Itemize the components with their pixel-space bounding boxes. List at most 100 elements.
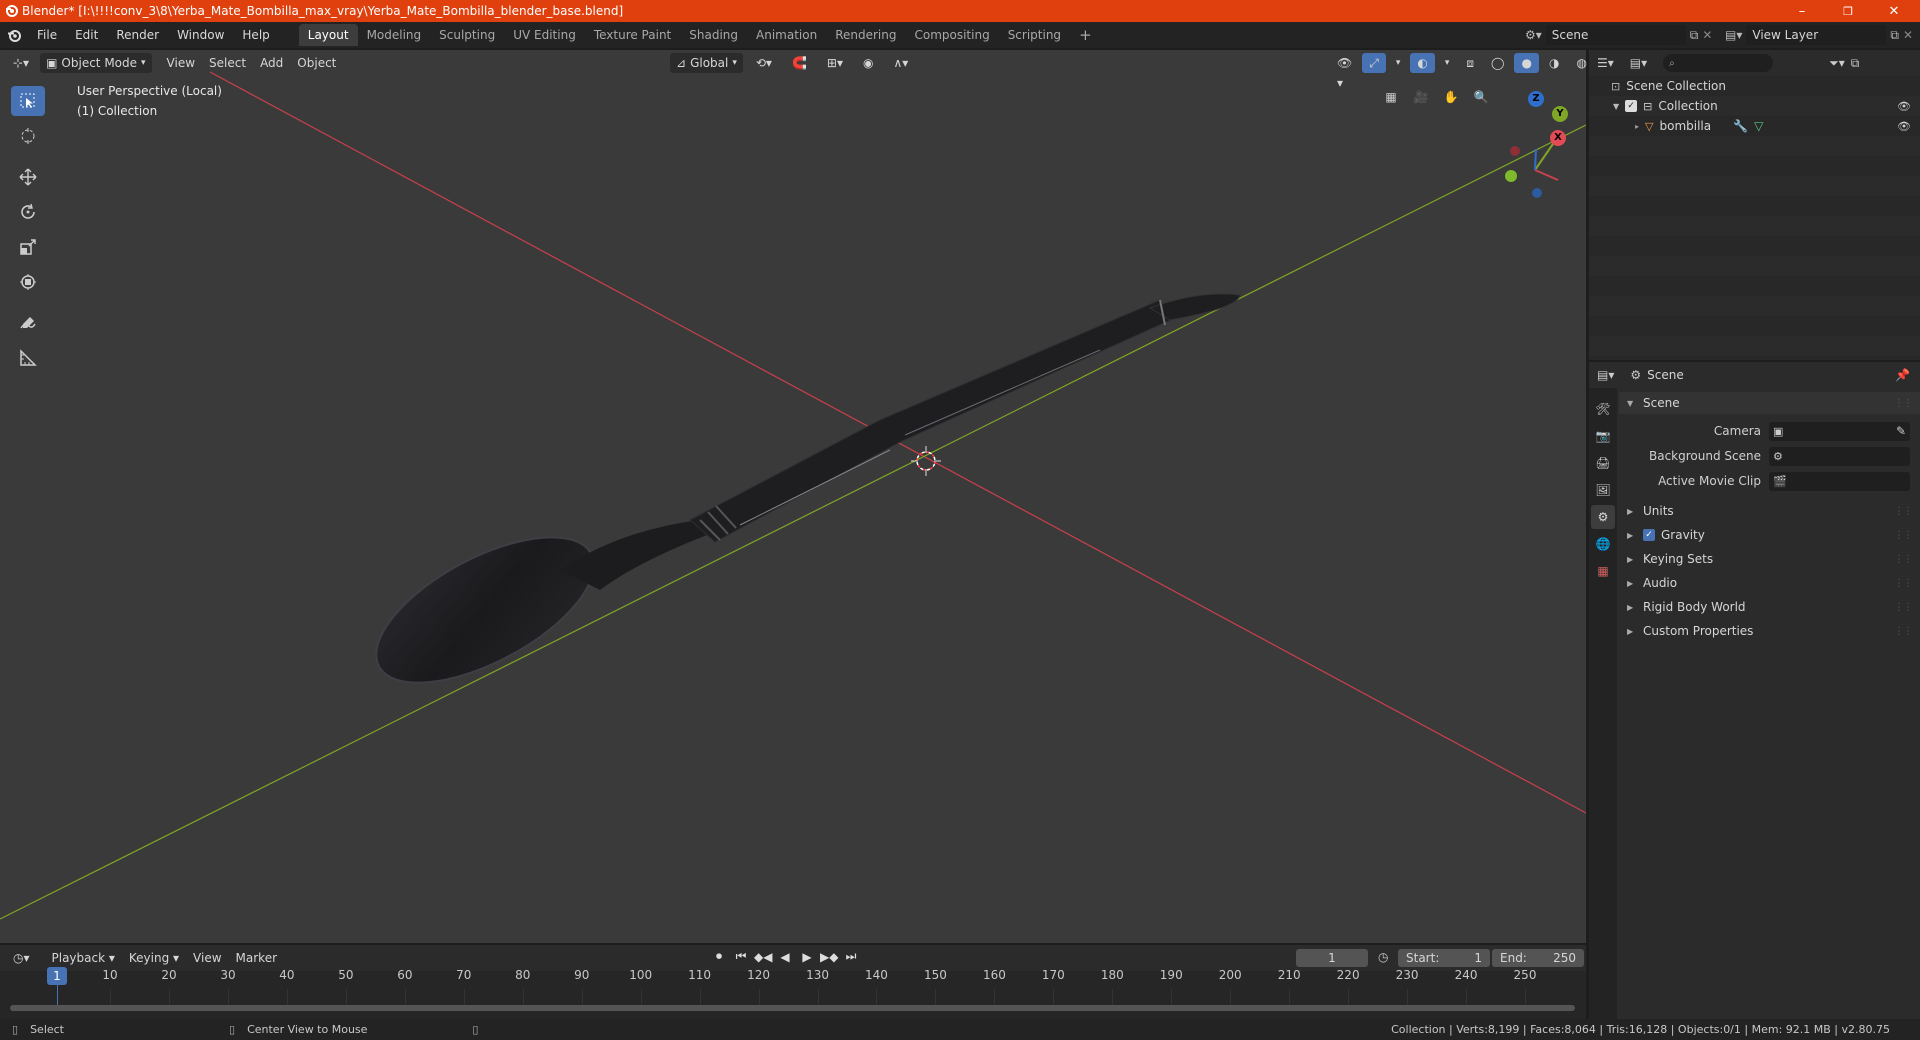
viewport-menu-object[interactable]: Object bbox=[290, 53, 343, 73]
gizmo-dropdown-icon[interactable]: ▾ bbox=[1389, 53, 1408, 73]
display-mode-icon[interactable]: ▤▾ bbox=[1630, 56, 1647, 70]
tab-view-layer-icon[interactable]: 🖼 bbox=[1591, 478, 1615, 502]
close-button[interactable]: ✕ bbox=[1872, 0, 1916, 22]
overlay-toggle-icon[interactable]: ◐ bbox=[1410, 53, 1435, 73]
zoom-icon[interactable]: 🔍 bbox=[1470, 86, 1492, 108]
proportional-edit-icon[interactable]: ◉ bbox=[856, 53, 880, 73]
snap-target-icon[interactable]: ⊞▾ bbox=[820, 53, 850, 73]
tab-scene-icon[interactable]: ⚙ bbox=[1591, 505, 1615, 529]
outliner-row-collection[interactable]: ▼ ✓ ⊟ Collection bbox=[1613, 99, 1718, 113]
background-scene-field[interactable]: ⚙ bbox=[1769, 446, 1910, 466]
viewport-menu-select[interactable]: Select bbox=[202, 53, 253, 73]
eyedropper-icon[interactable]: ✎ bbox=[1896, 424, 1906, 438]
tab-layout[interactable]: Layout bbox=[298, 24, 358, 46]
select-box-tool[interactable] bbox=[11, 86, 45, 116]
rotate-tool[interactable] bbox=[11, 197, 45, 227]
viewport-menu-view[interactable]: View bbox=[160, 53, 202, 73]
playhead[interactable]: 1 bbox=[47, 967, 67, 985]
outliner-row-scene-collection[interactable]: ⊡ Scene Collection bbox=[1611, 79, 1726, 93]
menu-help[interactable]: Help bbox=[233, 22, 278, 48]
tab-render-icon[interactable]: 📷 bbox=[1591, 424, 1615, 448]
outliner-row-bombilla[interactable]: ▸ ▽ bombilla 🔧 ▽ bbox=[1635, 119, 1763, 133]
tab-uv-editing[interactable]: UV Editing bbox=[504, 24, 585, 46]
rigid-body-world-panel-header[interactable]: ▶ Rigid Body World ⋮⋮ bbox=[1627, 596, 1920, 618]
scale-tool[interactable] bbox=[11, 232, 45, 262]
pin-icon[interactable]: 📌 bbox=[1895, 368, 1910, 382]
drag-grip-icon[interactable]: ⋮⋮ bbox=[1894, 626, 1913, 637]
add-workspace-button[interactable]: + bbox=[1070, 24, 1101, 46]
tab-modeling[interactable]: Modeling bbox=[358, 24, 431, 46]
keying-sets-panel-header[interactable]: ▶ Keying Sets ⋮⋮ bbox=[1627, 548, 1920, 570]
scene-selector[interactable]: Scene bbox=[1545, 25, 1686, 45]
tab-texture-icon[interactable]: ▦ bbox=[1591, 559, 1615, 583]
tab-compositing[interactable]: Compositing bbox=[905, 24, 998, 46]
tab-rendering[interactable]: Rendering bbox=[826, 24, 905, 46]
move-tool[interactable] bbox=[11, 162, 45, 192]
view-layer-icon[interactable]: ▤▾ bbox=[1725, 28, 1742, 42]
collection-checkbox[interactable]: ✓ bbox=[1625, 100, 1638, 112]
tab-tool-icon[interactable]: 🛠 bbox=[1591, 397, 1615, 421]
overlay-dropdown-icon[interactable]: ▾ bbox=[1438, 53, 1457, 73]
pan-hand-icon[interactable]: ✋ bbox=[1440, 86, 1462, 108]
bombilla-visibility-eye-icon[interactable]: 👁 bbox=[1897, 120, 1911, 133]
tab-scripting[interactable]: Scripting bbox=[999, 24, 1070, 46]
units-panel-header[interactable]: ▶ Units ⋮⋮ bbox=[1627, 500, 1920, 522]
tab-sculpting[interactable]: Sculpting bbox=[430, 24, 504, 46]
delete-scene-icon[interactable]: ✕ bbox=[1702, 28, 1712, 42]
tab-output-icon[interactable]: 🖨 bbox=[1591, 451, 1615, 475]
new-scene-icon[interactable]: ⧉ bbox=[1690, 28, 1699, 43]
tab-shading[interactable]: Shading bbox=[680, 24, 747, 46]
drag-grip-icon[interactable]: ⋮⋮ bbox=[1894, 506, 1913, 517]
audio-panel-header[interactable]: ▶ Audio ⋮⋮ bbox=[1627, 572, 1920, 594]
toggle-grid-icon[interactable]: ▦ bbox=[1380, 86, 1402, 108]
properties-editor-type-icon[interactable]: ▤▾ bbox=[1597, 368, 1614, 382]
drag-grip-icon[interactable]: ⋮⋮ bbox=[1894, 602, 1913, 613]
gravity-panel-header[interactable]: ▶ ✓ Gravity ⋮⋮ bbox=[1627, 524, 1920, 546]
gizmo-x-axis[interactable]: X bbox=[1550, 130, 1566, 146]
material-shading-icon[interactable]: ◑ bbox=[1542, 53, 1566, 73]
drag-grip-icon[interactable]: ⋮⋮ bbox=[1894, 578, 1913, 589]
restore-button[interactable]: ❐ bbox=[1826, 0, 1870, 22]
menu-window[interactable]: Window bbox=[168, 22, 233, 48]
transform-tool[interactable] bbox=[11, 267, 45, 297]
object-mode-selector[interactable]: ▣ Object Mode ▾ bbox=[40, 53, 152, 73]
menu-file[interactable]: File bbox=[28, 22, 66, 48]
tab-texture-paint[interactable]: Texture Paint bbox=[585, 24, 680, 46]
blender-menu-icon[interactable] bbox=[0, 28, 28, 42]
custom-properties-panel-header[interactable]: ▶ Custom Properties ⋮⋮ bbox=[1627, 620, 1920, 642]
scene-panel-header[interactable]: ▼ Scene ⋮⋮ bbox=[1619, 392, 1920, 414]
filter-icon[interactable]: ⏷▾ bbox=[1829, 56, 1845, 71]
outliner-editor-type-icon[interactable]: ☰▾ bbox=[1597, 56, 1614, 70]
outliner-search-input[interactable]: ⌕ bbox=[1663, 54, 1774, 72]
editor-type-icon[interactable]: ⊹▾ bbox=[6, 53, 36, 73]
timeline-scrollbar[interactable] bbox=[10, 1005, 1575, 1011]
view-layer-selector[interactable]: View Layer bbox=[1746, 25, 1887, 45]
viewport-menu-add[interactable]: Add bbox=[253, 53, 290, 73]
gizmo-y-axis[interactable]: Y bbox=[1552, 106, 1568, 122]
drag-grip-icon[interactable]: ⋮⋮ bbox=[1894, 554, 1913, 565]
gravity-checkbox[interactable]: ✓ bbox=[1643, 529, 1655, 541]
collection-visibility-eye-icon[interactable]: 👁 bbox=[1897, 100, 1911, 113]
snap-icon[interactable]: 🧲 bbox=[785, 53, 814, 73]
modifier-wrench-icon[interactable]: 🔧 bbox=[1733, 119, 1748, 133]
new-view-layer-icon[interactable]: ⧉ bbox=[1890, 28, 1899, 43]
camera-view-icon[interactable]: 🎥 bbox=[1410, 86, 1432, 108]
timeline-ruler[interactable]: 10 20 30 40 50 60 70 80 90 100 110 120 130 140 150 160 1… bbox=[0, 967, 1586, 1019]
menu-edit[interactable]: Edit bbox=[66, 22, 107, 48]
new-collection-icon[interactable]: ⧉ bbox=[1851, 56, 1860, 71]
expand-arrow-icon[interactable]: ▸ bbox=[1635, 122, 1639, 131]
selectability-icon[interactable]: 👁▾ bbox=[1330, 53, 1359, 90]
delete-view-layer-icon[interactable]: ✕ bbox=[1903, 28, 1913, 42]
mesh-data-icon[interactable]: ▽ bbox=[1754, 119, 1763, 133]
active-movie-clip-field[interactable]: 🎬 bbox=[1769, 471, 1910, 491]
tab-animation[interactable]: Animation bbox=[747, 24, 826, 46]
measure-tool[interactable] bbox=[11, 343, 45, 373]
menu-render[interactable]: Render bbox=[107, 22, 168, 48]
expand-arrow-icon[interactable]: ▼ bbox=[1613, 102, 1619, 111]
falloff-icon[interactable]: ∧▾ bbox=[886, 53, 915, 73]
wireframe-shading-icon[interactable]: ◯ bbox=[1484, 53, 1511, 73]
transform-orientation-selector[interactable]: ⊿ Global ▾ bbox=[670, 53, 743, 73]
annotate-tool[interactable] bbox=[11, 308, 45, 338]
pivot-point-icon[interactable]: ⟲▾ bbox=[749, 53, 779, 73]
scene-icon[interactable]: ⚙▾ bbox=[1525, 28, 1542, 42]
